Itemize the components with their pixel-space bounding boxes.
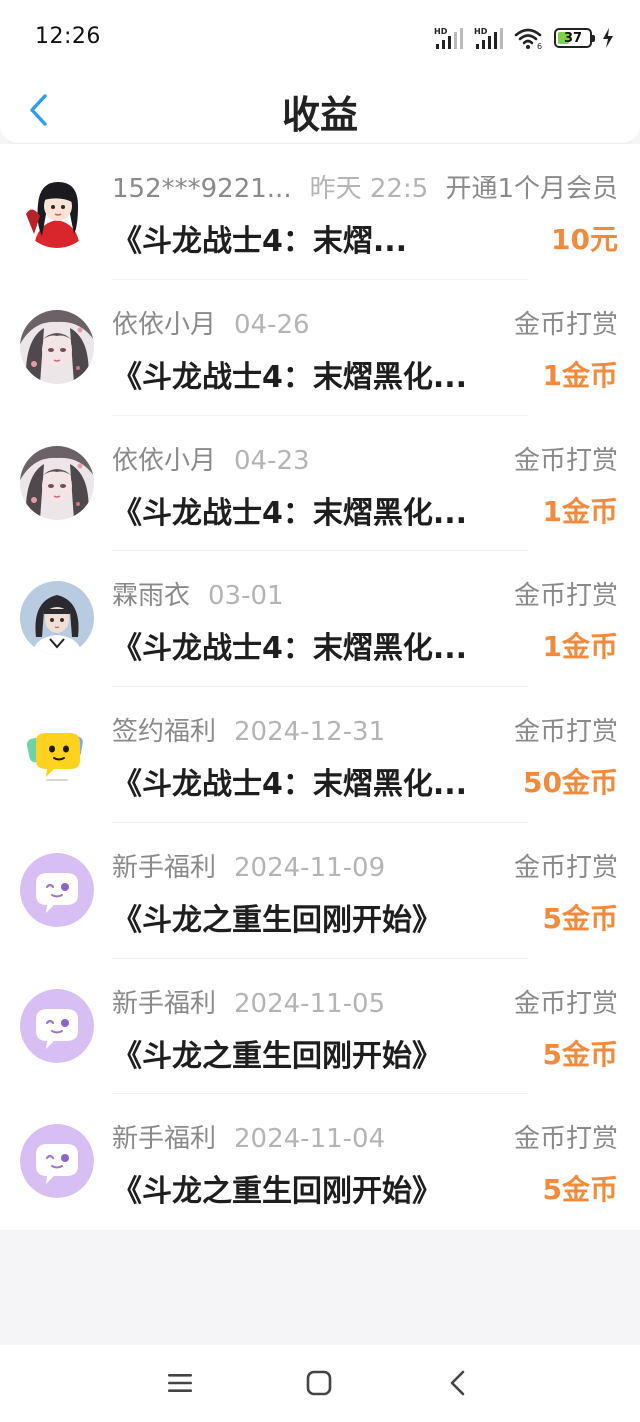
- home-square-icon: [306, 1370, 332, 1396]
- entry-date: 2024-11-09: [234, 852, 386, 883]
- avatar: [20, 1124, 94, 1199]
- home-button[interactable]: [299, 1365, 339, 1401]
- top-card: 12:26 HD HD 6 37 收益: [0, 0, 640, 144]
- status-time: 12:26: [35, 24, 101, 49]
- anime-girl-flowers-avatar: [20, 309, 94, 384]
- list-item[interactable]: 霖雨衣 03-01 金币打赏 《斗龙战士4：末熠黑化... 1金币: [0, 551, 640, 687]
- svg-text:6: 6: [537, 42, 542, 50]
- sender-name: 新手福利: [112, 1124, 217, 1155]
- list-item[interactable]: 新手福利 2024-11-09 金币打赏 《斗龙之重生回刚开始》 5金币: [0, 823, 640, 959]
- status-icons: HD HD 6 37: [434, 24, 614, 52]
- wifi-icon: 6: [514, 28, 542, 50]
- svg-text:HD: HD: [474, 27, 488, 36]
- avatar: [20, 309, 94, 384]
- entry-amount: 1金币: [542, 494, 618, 528]
- system-nav-bar: [0, 1345, 640, 1422]
- book-title: 《斗龙之重生回刚开始》: [112, 1174, 442, 1210]
- entry-type: 金币打赏: [509, 1118, 618, 1156]
- book-title: 《斗龙战士4：末熠...: [112, 224, 408, 259]
- hd-signal-icon: HD: [474, 27, 503, 49]
- charging-icon: [603, 28, 613, 48]
- entry-date: 昨天 22:5: [309, 174, 429, 204]
- entry-type: 金币打赏: [509, 982, 618, 1020]
- entry-meta: 签约福利 2024-12-31: [112, 711, 385, 748]
- entry-meta: 新手福利 2024-11-05: [112, 983, 385, 1020]
- entry-amount: 1金币: [542, 630, 618, 664]
- sender-name: 152***9221...: [112, 174, 292, 204]
- girl-red-dress-avatar: [20, 174, 94, 248]
- purple-chat-bubble-avatar: [20, 1124, 94, 1199]
- entry-meta: 霖雨衣 03-01: [112, 575, 284, 612]
- purple-chat-bubble-avatar: [20, 988, 94, 1063]
- entry-type: 金币打赏: [509, 846, 618, 884]
- avatar: [20, 852, 94, 927]
- book-title: 《斗龙战士4：末熠黑化...: [112, 359, 468, 395]
- entry-amount: 1金币: [542, 358, 618, 392]
- entry-type: 金币打赏: [509, 303, 618, 341]
- status-bar: 12:26 HD HD 6 37: [0, 0, 640, 76]
- list-item[interactable]: 新手福利 2024-11-04 金币打赏 《斗龙之重生回刚开始》 5金币: [0, 1094, 640, 1230]
- book-title: 《斗龙战士4：末熠黑化...: [112, 631, 468, 667]
- book-title: 《斗龙战士4：末熠黑化...: [112, 767, 468, 802]
- entry-amount: 5金币: [542, 901, 618, 935]
- entry-date: 2024-11-04: [234, 1124, 386, 1155]
- girl-portrait-avatar: [20, 581, 94, 656]
- entry-type: 金币打赏: [509, 711, 618, 748]
- entry-meta: 依依小月 04-26: [112, 304, 310, 341]
- entry-type: 金币打赏: [509, 439, 618, 477]
- purple-chat-bubble-avatar: [20, 852, 94, 927]
- list-item[interactable]: 依依小月 04-26 金币打赏 《斗龙战士4：末熠黑化... 1金币: [0, 280, 640, 416]
- sender-name: 霖雨衣: [112, 581, 191, 612]
- entry-amount: 5金币: [542, 1037, 618, 1071]
- entry-meta: 依依小月 04-23: [112, 440, 310, 477]
- sender-name: 依依小月: [112, 309, 217, 340]
- battery-nub: [592, 35, 595, 42]
- list-item[interactable]: 新手福利 2024-11-05 金币打赏 《斗龙之重生回刚开始》 5金币: [0, 959, 640, 1095]
- yellow-chat-bubble-avatar: [20, 717, 94, 791]
- earnings-list: 152***9221... 昨天 22:5 开通1个月会员 《斗龙战士4：末熠.…: [0, 144, 640, 1230]
- entry-amount: 50金币: [523, 766, 618, 799]
- entry-meta: 新手福利 2024-11-09: [112, 847, 385, 884]
- entry-type: 金币打赏: [509, 575, 618, 613]
- back-triangle-icon: [450, 1370, 465, 1396]
- avatar: [20, 445, 94, 520]
- entry-date: 2024-11-05: [234, 988, 386, 1019]
- entry-date: 04-26: [234, 309, 310, 340]
- book-title: 《斗龙之重生回刚开始》: [112, 902, 442, 938]
- sender-name: 签约福利: [112, 717, 217, 747]
- avatar: [20, 988, 94, 1063]
- menu-icon: [168, 1374, 192, 1392]
- avatar: [20, 717, 94, 791]
- battery-icon: 37: [554, 28, 595, 48]
- entry-meta: 152***9221... 昨天 22:5: [112, 168, 428, 205]
- entry-date: 04-23: [234, 445, 310, 476]
- entry-date: 03-01: [208, 581, 284, 612]
- sender-name: 依依小月: [112, 445, 217, 476]
- header: 收益: [0, 76, 640, 144]
- entry-amount: 5金币: [542, 1173, 618, 1207]
- anime-girl-flowers-avatar: [20, 445, 94, 520]
- list-item[interactable]: 152***9221... 昨天 22:5 开通1个月会员 《斗龙战士4：末熠.…: [0, 144, 640, 280]
- entry-amount: 10元: [551, 223, 618, 256]
- sender-name: 新手福利: [112, 988, 217, 1019]
- page-title: 收益: [281, 93, 358, 137]
- list-item[interactable]: 签约福利 2024-12-31 金币打赏 《斗龙战士4：末熠黑化... 50金币: [0, 687, 640, 823]
- menu-button[interactable]: [160, 1365, 200, 1401]
- book-title: 《斗龙之重生回刚开始》: [112, 1038, 442, 1074]
- svg-text:HD: HD: [434, 27, 448, 36]
- entry-date: 2024-12-31: [234, 717, 386, 747]
- entry-meta: 新手福利 2024-11-04: [112, 1118, 385, 1155]
- system-back-button[interactable]: [438, 1365, 478, 1401]
- sender-name: 新手福利: [112, 852, 217, 883]
- entry-type: 开通1个月会员: [441, 168, 618, 205]
- avatar: [20, 581, 94, 656]
- list-item[interactable]: 依依小月 04-23 金币打赏 《斗龙战士4：末熠黑化... 1金币: [0, 416, 640, 552]
- avatar: [20, 174, 94, 248]
- book-title: 《斗龙战士4：末熠黑化...: [112, 495, 468, 531]
- battery-level: 37: [563, 30, 583, 46]
- hd-signal-icon: HD: [434, 27, 463, 49]
